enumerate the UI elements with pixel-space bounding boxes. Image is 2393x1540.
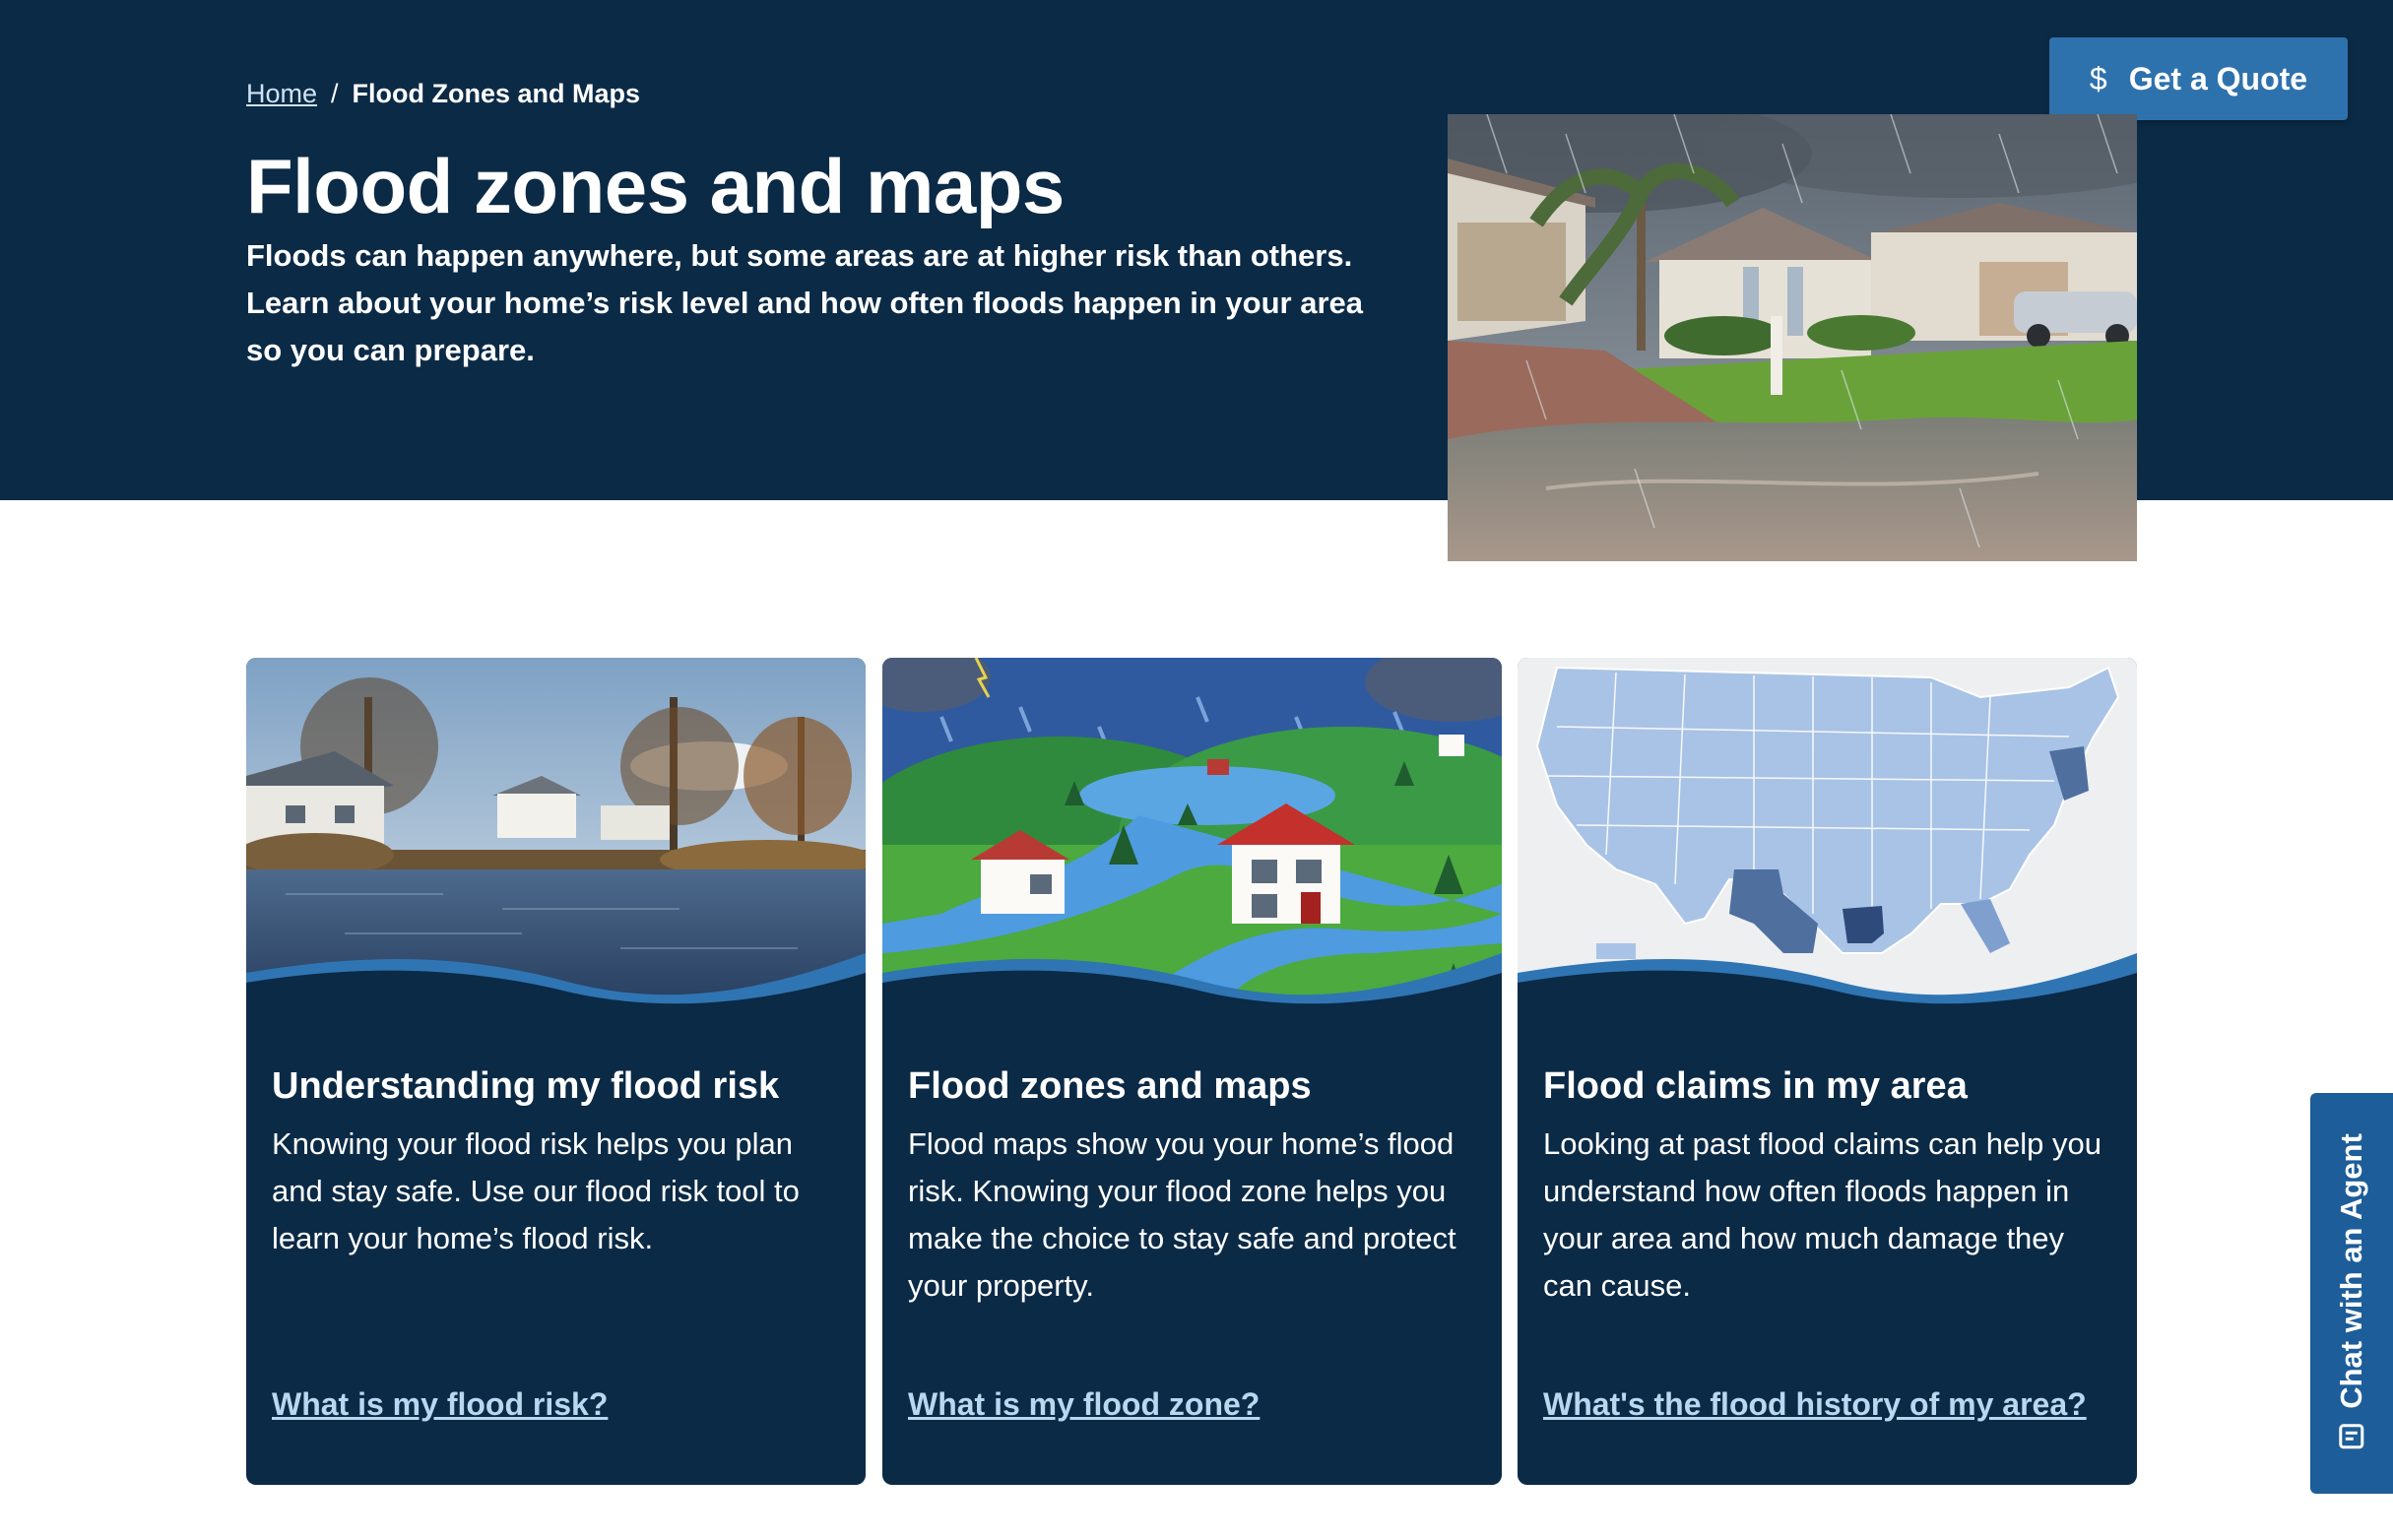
get-a-quote-button[interactable]: $ Get a Quote [2049,37,2348,120]
breadcrumb-home-link[interactable]: Home [246,79,317,109]
chat-with-agent-tab[interactable]: Chat with an Agent [2310,1093,2393,1494]
get-a-quote-label: Get a Quote [2128,60,2308,96]
card-flood-claims-area: Flood claims in my area Looking at past … [1518,658,2137,1485]
card-title: Flood claims in my area [1543,1065,1968,1107]
flood-history-link[interactable]: What's the flood history of my area? [1543,1386,2087,1423]
chat-icon [2338,1422,2365,1457]
flooded-neighborhood-image [246,658,866,1022]
us-claims-map-image [1518,658,2137,1022]
breadcrumb-separator: / [331,79,339,108]
flood-zones-illustration [882,658,1502,1022]
card-understanding-flood-risk: Understanding my flood risk Knowing your… [246,658,866,1485]
page-description: Floods can happen anywhere, but some are… [246,238,1363,367]
dollar-icon: $ [2089,60,2107,96]
card-flood-zones-maps: Flood zones and maps Flood maps show you… [882,658,1502,1485]
card-title: Understanding my flood risk [272,1065,780,1107]
chat-label: Chat with an Agent [2334,1132,2368,1409]
card-body: Flood maps show you your home’s flood ri… [908,1126,1456,1303]
page-title: Flood zones and maps [246,143,1065,229]
card-title: Flood zones and maps [908,1065,1312,1107]
breadcrumb: Home / Flood Zones and Maps [246,79,640,109]
card-body: Knowing your flood risk helps you plan a… [272,1126,800,1255]
card-body: Looking at past flood claims can help yo… [1543,1126,2102,1303]
breadcrumb-current: Flood Zones and Maps [352,79,641,108]
flood-zone-link[interactable]: What is my flood zone? [908,1386,1260,1423]
hero-flooded-house-image [1448,114,2137,561]
flood-risk-link[interactable]: What is my flood risk? [272,1386,608,1423]
